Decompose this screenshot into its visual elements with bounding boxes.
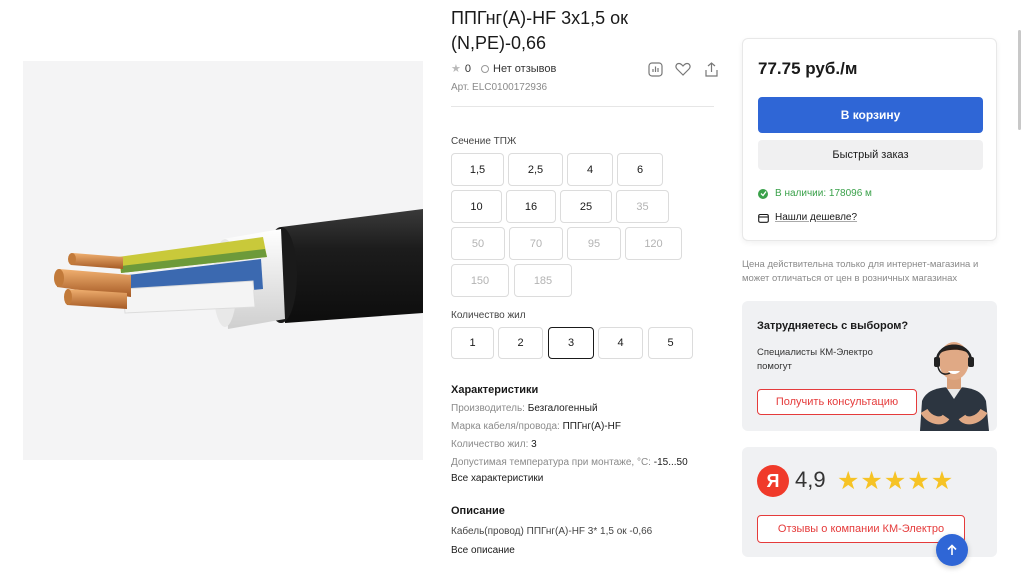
section-option[interactable]: 10 bbox=[451, 190, 502, 223]
found-cheaper-link[interactable]: Нашли дешевле? bbox=[758, 212, 857, 223]
product-title: ППГнг(A)-HF 3х1,5 ок (N,PE)-0,66 bbox=[451, 8, 629, 53]
wallet-icon bbox=[758, 213, 769, 223]
char-row-brand: Марка кабеля/провода: ППГнг(А)-HF bbox=[451, 421, 621, 432]
section-option[interactable]: 1,5 bbox=[451, 153, 504, 186]
description-title: Описание bbox=[451, 505, 505, 517]
price-note: Цена действительна только для интернет-м… bbox=[742, 259, 979, 284]
section-option[interactable]: 35 bbox=[616, 190, 669, 223]
favorite-heart-icon[interactable] bbox=[674, 60, 692, 78]
yandex-score: 4,9 bbox=[795, 467, 826, 492]
price: 77.75 руб./м bbox=[758, 59, 858, 78]
char-row-manufacturer: Производитель: Безгалогенный bbox=[451, 403, 598, 414]
all-description-link[interactable]: Все описание bbox=[451, 545, 515, 556]
section-option[interactable]: 6 bbox=[617, 153, 663, 186]
quick-order-button[interactable]: Быстрый заказ bbox=[758, 140, 983, 170]
description-text: Кабель(провод) ППГнг(А)-HF 3* 1,5 ок -0,… bbox=[451, 526, 653, 537]
cores-option[interactable]: 2 bbox=[498, 327, 543, 359]
section-option[interactable]: 120 bbox=[625, 227, 682, 260]
char-label: Производитель: bbox=[451, 403, 525, 414]
yandex-logo: Я bbox=[757, 465, 789, 497]
star-icon: ★ bbox=[860, 467, 883, 495]
all-characteristics-link[interactable]: Все характеристики bbox=[451, 473, 543, 484]
section-option[interactable]: 25 bbox=[560, 190, 612, 223]
help-text: Специалисты КМ-Электро помогут bbox=[757, 347, 873, 372]
scroll-to-top-button[interactable] bbox=[936, 534, 968, 566]
star-icon: ★ bbox=[883, 467, 907, 495]
reviews-link[interactable]: Нет отзывов bbox=[493, 63, 556, 75]
char-value: ППГнг(А)-HF bbox=[562, 421, 621, 432]
star-icon: ★ bbox=[451, 63, 461, 75]
char-label: Количество жил: bbox=[451, 439, 529, 450]
get-consultation-button[interactable]: Получить консультацию bbox=[757, 389, 917, 415]
section-option[interactable]: 70 bbox=[509, 227, 563, 260]
star-icon: ★ bbox=[907, 467, 930, 495]
char-row-cores: Количество жил: 3 bbox=[451, 439, 537, 450]
cores-option[interactable]: 1 bbox=[451, 327, 494, 359]
section-group-label: Сечение ТПЖ bbox=[451, 136, 517, 147]
help-title: Затрудняетесь с выбором? bbox=[757, 320, 909, 332]
characteristics-title: Характеристики bbox=[451, 384, 539, 396]
share-icon[interactable] bbox=[702, 60, 720, 78]
help-card: Затрудняетесь с выбором? Специалисты КМ-… bbox=[742, 301, 997, 431]
section-option[interactable]: 4 bbox=[567, 153, 613, 186]
review-icon bbox=[481, 64, 489, 73]
support-operator-image bbox=[920, 342, 989, 431]
product-actions bbox=[646, 60, 720, 78]
star-icon: ★ bbox=[837, 467, 860, 495]
cable-illustration bbox=[54, 209, 423, 329]
char-label: Допустимая температура при монтаже, °С: bbox=[451, 457, 651, 468]
scrollbar[interactable] bbox=[1018, 30, 1021, 130]
compare-icon[interactable] bbox=[646, 60, 664, 78]
found-cheaper-label: Нашли дешевле? bbox=[775, 212, 858, 223]
section-option[interactable]: 2,5 bbox=[508, 153, 563, 186]
cores-option-selected[interactable]: 3 bbox=[548, 327, 594, 359]
arrow-up-icon bbox=[947, 544, 957, 555]
char-value: Безгалогенный bbox=[527, 403, 598, 414]
section-option[interactable]: 150 bbox=[451, 264, 509, 297]
stock-status: В наличии: 178096 м bbox=[758, 188, 872, 199]
char-label: Марка кабеля/провода: bbox=[451, 421, 560, 432]
article-number: Арт. ELC0100172936 bbox=[451, 82, 548, 93]
cores-group-label: Количество жил bbox=[451, 310, 526, 321]
divider bbox=[451, 106, 714, 107]
add-to-cart-button[interactable]: В корзину bbox=[758, 97, 983, 133]
check-icon bbox=[758, 188, 768, 199]
section-option[interactable]: 16 bbox=[506, 190, 556, 223]
buy-card: 77.75 руб./м В корзину Быстрый заказ В н… bbox=[742, 38, 997, 241]
char-row-temperature: Допустимая температура при монтаже, °С: … bbox=[451, 457, 688, 468]
cores-option[interactable]: 5 bbox=[648, 327, 693, 359]
rating-value: 0 bbox=[464, 62, 471, 75]
char-value: 3 bbox=[531, 439, 537, 450]
star-icon: ★ bbox=[930, 467, 954, 495]
section-option[interactable]: 50 bbox=[451, 227, 505, 260]
company-reviews-button[interactable]: Отзывы о компании КМ-Электро bbox=[757, 515, 965, 543]
section-option[interactable]: 95 bbox=[567, 227, 621, 260]
rating-row: ★ 0 Нет отзывов bbox=[451, 62, 556, 76]
stock-text: В наличии: 178096 м bbox=[775, 188, 872, 199]
char-value: -15...50 bbox=[653, 457, 688, 468]
product-image[interactable] bbox=[23, 61, 423, 460]
section-option[interactable]: 185 bbox=[514, 264, 572, 297]
yandex-stars: ★ ★ ★ ★ ★ bbox=[837, 468, 953, 494]
cores-option[interactable]: 4 bbox=[598, 327, 643, 359]
